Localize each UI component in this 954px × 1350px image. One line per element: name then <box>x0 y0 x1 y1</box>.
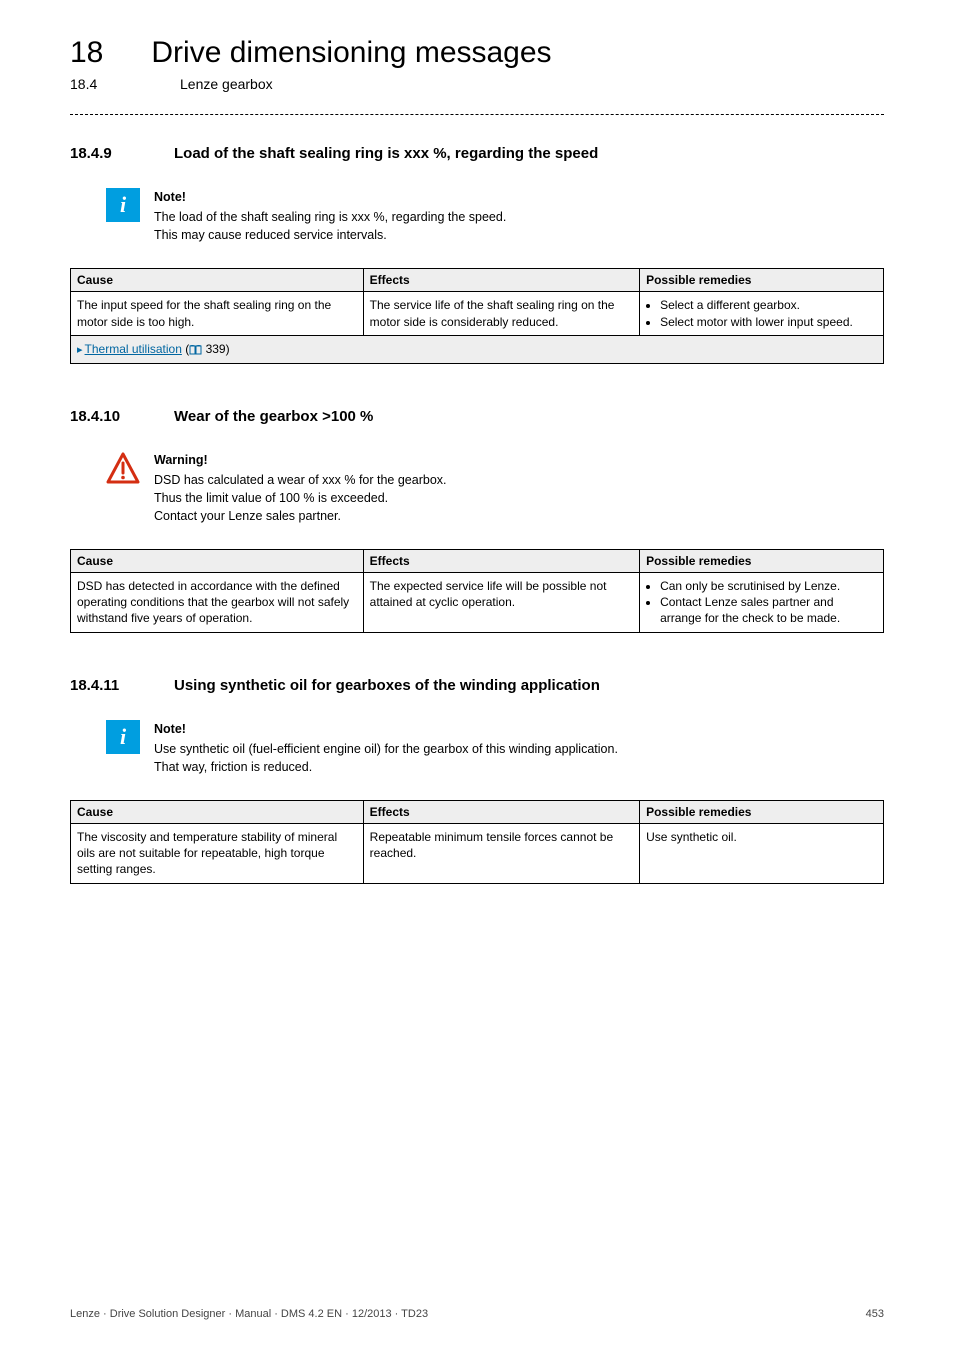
separator-line <box>70 114 884 115</box>
table-link-row: ▸Thermal utilisation ( 339) <box>71 335 884 363</box>
table-header-remedies: Possible remedies <box>640 269 884 292</box>
subsection-title: Lenze gearbox <box>180 76 273 92</box>
warning-text-line: Thus the limit value of 100 % is exceede… <box>154 491 388 505</box>
table-header-effects: Effects <box>363 550 639 573</box>
book-icon <box>189 345 202 355</box>
section-title: Load of the shaft sealing ring is xxx %,… <box>174 145 598 162</box>
remedy-item: Can only be scrutinised by Lenze. <box>660 578 877 594</box>
table-cell-remedies: Select a different gearbox. Select motor… <box>640 292 884 335</box>
note-text-line: This may cause reduced service intervals… <box>154 228 387 242</box>
table-header-effects: Effects <box>363 801 639 824</box>
note-text-line: Use synthetic oil (fuel-efficient engine… <box>154 742 618 756</box>
warning-icon <box>106 451 140 485</box>
page-number: 453 <box>866 1308 884 1320</box>
page-ref-num: 339) <box>202 342 229 356</box>
note-label: Note! <box>154 188 506 206</box>
info-icon: i <box>106 720 140 754</box>
table-cell-cause: The input speed for the shaft sealing ri… <box>71 292 364 335</box>
section-number: 18.4.10 <box>70 408 136 425</box>
warning-text-line: DSD has calculated a wear of xxx % for t… <box>154 473 447 487</box>
warning-text-line: Contact your Lenze sales partner. <box>154 509 341 523</box>
table-header-cause: Cause <box>71 269 364 292</box>
table-header-cause: Cause <box>71 550 364 573</box>
remedy-item: Contact Lenze sales partner and arrange … <box>660 594 877 626</box>
table-cell-remedies: Can only be scrutinised by Lenze. Contac… <box>640 573 884 633</box>
chapter-number: 18 <box>70 36 103 70</box>
cause-effects-table: Cause Effects Possible remedies DSD has … <box>70 549 884 633</box>
table-cell-cause: DSD has detected in accordance with the … <box>71 573 364 633</box>
subsection-number: 18.4 <box>70 76 120 92</box>
chapter-title: Drive dimensioning messages <box>151 36 551 70</box>
section-number: 18.4.11 <box>70 677 136 694</box>
table-cell-remedy: Use synthetic oil. <box>640 824 884 884</box>
table-cell-effects: The service life of the shaft sealing ri… <box>363 292 639 335</box>
section-title: Using synthetic oil for gearboxes of the… <box>174 677 600 694</box>
footer-left: Lenze · Drive Solution Designer · Manual… <box>70 1308 428 1320</box>
table-header-cause: Cause <box>71 801 364 824</box>
cause-effects-table: Cause Effects Possible remedies The inpu… <box>70 268 884 363</box>
warning-label: Warning! <box>154 451 447 469</box>
section-number: 18.4.9 <box>70 145 136 162</box>
table-cell-cause: The viscosity and temperature stability … <box>71 824 364 884</box>
arrow-icon: ▸ <box>77 344 83 356</box>
thermal-utilisation-link[interactable]: Thermal utilisation <box>85 342 182 356</box>
table-header-effects: Effects <box>363 269 639 292</box>
remedy-item: Select motor with lower input speed. <box>660 314 877 330</box>
table-cell-effects: Repeatable minimum tensile forces cannot… <box>363 824 639 884</box>
table-header-remedies: Possible remedies <box>640 550 884 573</box>
section-title: Wear of the gearbox >100 % <box>174 408 373 425</box>
table-cell-effects: The expected service life will be possib… <box>363 573 639 633</box>
cause-effects-table: Cause Effects Possible remedies The visc… <box>70 800 884 884</box>
note-text-line: The load of the shaft sealing ring is xx… <box>154 210 506 224</box>
remedy-item: Select a different gearbox. <box>660 297 877 313</box>
note-label: Note! <box>154 720 618 738</box>
info-icon: i <box>106 188 140 222</box>
table-header-remedies: Possible remedies <box>640 801 884 824</box>
note-text-line: That way, friction is reduced. <box>154 760 312 774</box>
